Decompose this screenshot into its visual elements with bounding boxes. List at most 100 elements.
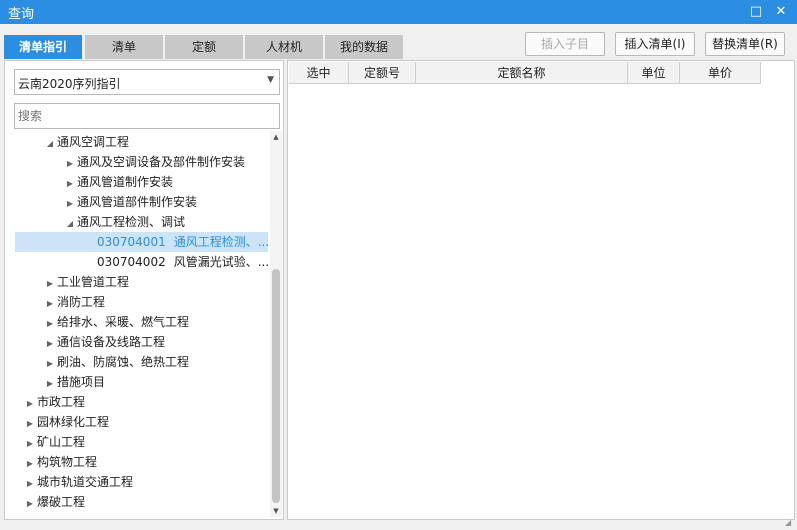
tree-item-label: 构筑物工程 [37, 455, 97, 469]
tree-item[interactable]: ▶ 消防工程 [43, 292, 105, 312]
tree-item-text: 风管漏光试验、... [173, 255, 268, 269]
tree-item[interactable]: ◢ 通风空调工程 [43, 132, 129, 152]
scroll-thumb[interactable] [272, 269, 280, 503]
tree-item[interactable]: ▶ 市政工程 [23, 392, 85, 412]
triangle-right-icon[interactable]: ▶ [23, 414, 37, 434]
tree-item-label: 市政工程 [37, 395, 85, 409]
tree-item-code: 030704001 [97, 235, 166, 249]
tree-item-text: 刷油、防腐蚀、绝热工程 [57, 355, 190, 369]
column-header-quota-name[interactable]: 定额名称 [416, 62, 628, 84]
tree-item[interactable]: ◢ 通风工程检测、调试 [63, 212, 185, 232]
tab-quota[interactable]: 定额 [165, 35, 243, 59]
tree-item-label: 消防工程 [57, 295, 105, 309]
close-icon[interactable]: ✕ [771, 2, 791, 22]
tree-item-text: 通风管道部件制作安装 [77, 195, 198, 209]
guide-select[interactable]: 云南2020序列指引 ▼ [14, 69, 280, 95]
triangle-right-icon[interactable]: ▶ [43, 274, 57, 294]
triangle-right-icon[interactable]: ▶ [63, 194, 77, 214]
search-input[interactable] [14, 103, 280, 129]
triangle-right-icon[interactable]: ▶ [63, 154, 77, 174]
column-header-select[interactable]: 选中 [289, 62, 349, 84]
tree-item[interactable]: ▶ 通风管道部件制作安装 [63, 192, 197, 212]
tree-item[interactable]: ▶ 爆破工程 [23, 492, 85, 512]
tree-item-text: 通风管道制作安装 [77, 175, 174, 189]
replace-list-button[interactable]: 替换清单(R) [705, 32, 785, 56]
tree-item[interactable]: 030704002 风管漏光试验、... [83, 252, 268, 272]
insert-child-button[interactable]: 插入子目 [525, 32, 605, 56]
triangle-right-icon[interactable]: ▶ [23, 394, 37, 414]
triangle-right-icon[interactable]: ▶ [43, 334, 57, 354]
tree-item-text: 构筑物工程 [37, 455, 98, 469]
tree-item-code: 030704002 [97, 255, 166, 269]
tree-item-label: 措施项目 [57, 375, 105, 389]
tree-item[interactable]: ▶ 园林绿化工程 [23, 412, 109, 432]
tab-list[interactable]: 清单 [85, 35, 163, 59]
tree-item-label: 工业管道工程 [57, 275, 129, 289]
triangle-right-icon[interactable]: ▶ [23, 454, 37, 474]
tree-item-text: 工业管道工程 [57, 275, 130, 289]
triangle-right-icon[interactable]: ▶ [43, 314, 57, 334]
tree-item-text: 措施项目 [57, 375, 106, 389]
triangle-right-icon[interactable]: ▶ [43, 354, 57, 374]
window-title: 查询 [8, 7, 35, 22]
tree-item[interactable]: ▶ 措施项目 [43, 372, 105, 392]
tree-item-text: 给排水、采暖、燃气工程 [57, 315, 190, 329]
tree-item[interactable]: ▶ 城市轨道交通工程 [23, 472, 133, 492]
results-panel: 选中 定额号 定额名称 单位 单价 [287, 60, 795, 520]
tree-item-text: 爆破工程 [37, 495, 86, 509]
triangle-right-icon[interactable]: ▶ [23, 494, 37, 514]
tree-item-label: 通风管道部件制作安装 [77, 195, 197, 209]
tree-item-text: 通风工程检测、调试 [77, 215, 186, 229]
tree-item-text: 通风工程检测、... [173, 235, 268, 249]
resize-grip-icon[interactable]: ◢ [785, 518, 795, 528]
column-header-unit[interactable]: 单位 [628, 62, 680, 84]
tree-item-label: 通风管道制作安装 [77, 175, 173, 189]
tree-item[interactable]: ▶ 刷油、防腐蚀、绝热工程 [43, 352, 189, 372]
maximize-icon[interactable]: □ [746, 2, 766, 22]
tree-item[interactable]: ▶ 通风及空调设备及部件制作安装 [63, 152, 245, 172]
tree-item[interactable]: ▶ 给排水、采暖、燃气工程 [43, 312, 189, 332]
triangle-down-icon[interactable]: ◢ [63, 214, 77, 234]
tree-item-label: 园林绿化工程 [37, 415, 109, 429]
tab-my-data[interactable]: 我的数据 [325, 35, 403, 59]
tree-item[interactable]: ▶ 通风管道制作安装 [63, 172, 173, 192]
tree-item-text: 通风及空调设备及部件制作安装 [77, 155, 246, 169]
triangle-right-icon[interactable]: ▶ [23, 434, 37, 454]
tree-item-text: 通风空调工程 [57, 135, 130, 149]
tree-item-label: 通风空调工程 [57, 135, 129, 149]
tree-item[interactable]: ▶ 构筑物工程 [23, 452, 97, 472]
column-header-unit-price[interactable]: 单价 [680, 62, 761, 84]
tree-item-text: 消防工程 [57, 295, 106, 309]
tree-item-text: 通信设备及线路工程 [57, 335, 166, 349]
tree-item-label: 通信设备及线路工程 [57, 335, 165, 349]
scroll-up-icon[interactable]: ▲ [270, 131, 282, 143]
tree-item-label: 通风工程检测、调试 [77, 215, 185, 229]
tree-item[interactable]: 030704001 通风工程检测、... [15, 232, 268, 252]
triangle-right-icon[interactable]: ▶ [43, 294, 57, 314]
tab-labor-material-machine[interactable]: 人材机 [245, 35, 323, 59]
scroll-down-icon[interactable]: ▼ [270, 505, 282, 517]
tree-item-label: 030704002 风管漏光试验、... [97, 255, 268, 269]
tree-item[interactable]: ▶ 矿山工程 [23, 432, 85, 452]
tree-item-label: 通风及空调设备及部件制作安装 [77, 155, 245, 169]
guide-panel: 云南2020序列指引 ▼ ◢通风空调工程▶通风及空调设备及部件制作安装▶通风管道… [4, 60, 284, 520]
triangle-right-icon[interactable]: ▶ [23, 474, 37, 494]
tree-item-label: 矿山工程 [37, 435, 85, 449]
guide-tree: ◢ 通风空调工程 ▶ 通风及空调设备及部件制作安装 ▶ 通风管道制作安装 ▶ 通风管道部件制作… [5, 131, 268, 517]
tab-list-guide[interactable]: 清单指引 [4, 35, 82, 59]
insert-list-button[interactable]: 插入清单(I) [615, 32, 695, 56]
chevron-down-icon: ▼ [267, 75, 274, 85]
triangle-right-icon[interactable]: ▶ [43, 374, 57, 394]
column-header-quota-no[interactable]: 定额号 [349, 62, 416, 84]
triangle-down-icon[interactable]: ◢ [43, 134, 57, 154]
triangle-right-icon[interactable]: ▶ [63, 174, 77, 194]
tree-item[interactable]: ▶ 工业管道工程 [43, 272, 129, 292]
tree-item-label: 刷油、防腐蚀、绝热工程 [57, 355, 189, 369]
tree-item-text: 市政工程 [37, 395, 86, 409]
title-bar: 查询 □ ✕ [0, 0, 797, 24]
tree-scrollbar[interactable]: ▲ ▼ [270, 131, 282, 517]
tree-item[interactable]: ▶ 通信设备及线路工程 [43, 332, 165, 352]
tree-item-label: 030704001 通风工程检测、... [97, 235, 268, 249]
tree-item-text: 园林绿化工程 [37, 415, 110, 429]
table-header: 选中 定额号 定额名称 单位 单价 [289, 62, 761, 84]
